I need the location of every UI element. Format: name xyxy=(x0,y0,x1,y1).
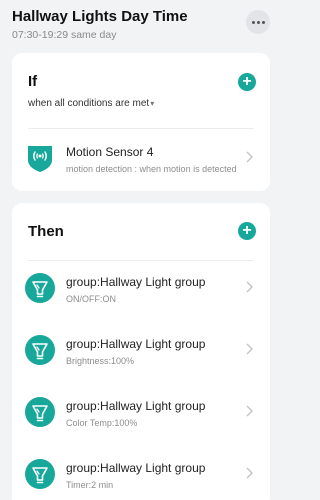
light-bulb-icon xyxy=(25,273,55,303)
more-icon-dot xyxy=(256,20,260,24)
action-description: ON/OFF:ON xyxy=(66,294,116,304)
action-row[interactable]: group:Hallway Light group Timer:2 min xyxy=(12,449,270,500)
condition-name: Motion Sensor 4 xyxy=(66,145,154,159)
plus-icon: + xyxy=(242,73,252,90)
light-bulb-icon xyxy=(25,397,55,427)
action-row[interactable]: group:Hallway Light group ON/OFF:ON xyxy=(12,263,270,319)
action-description: Timer:2 min xyxy=(66,480,114,490)
then-title: Then xyxy=(28,223,64,240)
add-action-button[interactable]: + xyxy=(238,222,256,240)
header: Hallway Lights Day Time 07:30-19:29 same… xyxy=(12,8,272,44)
light-bulb-icon xyxy=(25,335,55,365)
plus-icon: + xyxy=(242,222,252,239)
chevron-right-icon xyxy=(246,467,253,479)
chevron-right-icon xyxy=(246,405,253,417)
page-title: Hallway Lights Day Time xyxy=(12,8,188,25)
more-options-button[interactable] xyxy=(246,10,270,34)
action-name: group:Hallway Light group xyxy=(66,461,206,475)
condition-row[interactable]: Motion Sensor 4 motion detection : when … xyxy=(12,133,270,189)
if-title: If xyxy=(28,73,38,90)
chevron-right-icon xyxy=(246,281,253,293)
action-row[interactable]: group:Hallway Light group Color Temp:100… xyxy=(12,387,270,443)
more-icon-dot xyxy=(261,20,265,24)
divider xyxy=(28,260,254,261)
if-card: If + when all conditions are met▾ Motion… xyxy=(12,53,270,191)
schedule-subtitle: 07:30-19:29 same day xyxy=(12,29,117,41)
action-name: group:Hallway Light group xyxy=(66,399,206,413)
condition-description: motion detection : when motion is detect… xyxy=(66,164,237,174)
condition-mode-dropdown[interactable]: when all conditions are met▾ xyxy=(28,98,154,109)
caret-down-icon: ▾ xyxy=(150,99,155,108)
action-description: Color Temp:100% xyxy=(66,418,138,428)
action-name: group:Hallway Light group xyxy=(66,337,206,351)
light-bulb-icon xyxy=(25,459,55,489)
chevron-right-icon xyxy=(246,343,253,355)
divider xyxy=(28,128,254,129)
condition-mode-label: when all conditions are met xyxy=(28,98,150,109)
add-condition-button[interactable]: + xyxy=(238,73,256,91)
action-row[interactable]: group:Hallway Light group Brightness:100… xyxy=(12,325,270,381)
chevron-right-icon xyxy=(246,151,253,163)
then-card: Then + group:Hallway Light group ON/OFF:… xyxy=(12,203,270,500)
motion-sensor-icon xyxy=(28,146,52,172)
action-description: Brightness:100% xyxy=(66,356,135,366)
more-icon xyxy=(251,20,255,24)
action-name: group:Hallway Light group xyxy=(66,275,206,289)
